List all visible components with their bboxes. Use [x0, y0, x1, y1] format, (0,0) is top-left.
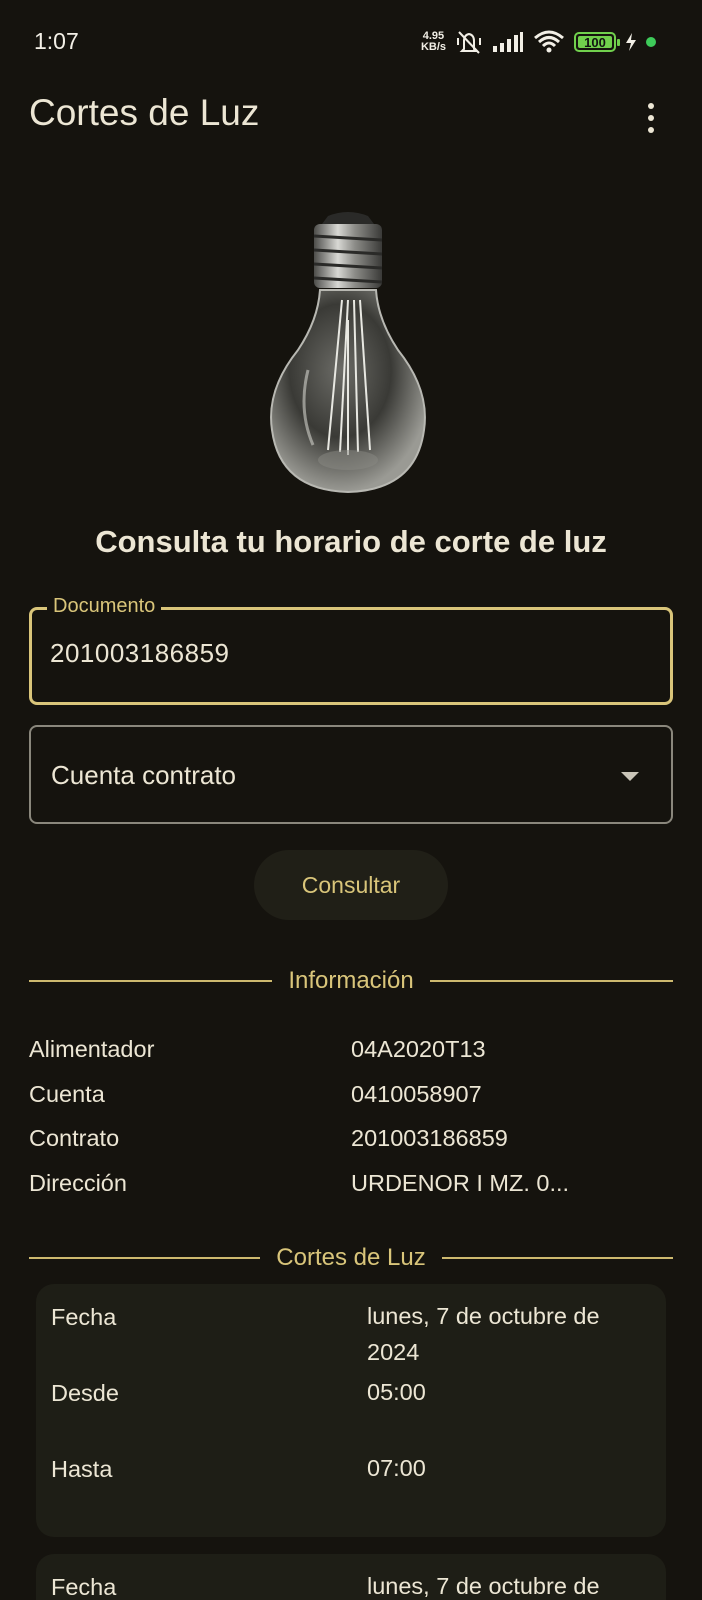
- account-contract-select[interactable]: Cuenta contrato: [29, 725, 673, 824]
- divider-line: [29, 1257, 261, 1259]
- menu-dot: [648, 103, 654, 109]
- app-title: Cortes de Luz: [29, 92, 260, 133]
- status-icons: 4.95 KB/s 100: [421, 29, 656, 55]
- menu-dot: [648, 115, 654, 121]
- cut-card-key: Fecha: [51, 1304, 117, 1330]
- cuts-section-divider: Cortes de Luz: [29, 1244, 674, 1272]
- battery-icon: 100: [574, 32, 620, 52]
- network-speed: 4.95 KB/s: [421, 31, 446, 53]
- cut-card-value: lunes, 7 de octubre de 2024: [367, 1303, 600, 1365]
- cuts-section-title: Cortes de Luz: [276, 1244, 426, 1271]
- cut-card-value: lunes, 7 de octubre de: [367, 1573, 600, 1599]
- info-label: Dirección: [29, 1169, 127, 1196]
- mute-vibrate-icon: [457, 31, 481, 54]
- charging-icon: [626, 33, 636, 51]
- status-time: 1:07: [34, 28, 79, 54]
- cut-card: Fecha lunes, 7 de octubre de 2024 Desde …: [36, 1284, 666, 1537]
- info-row-cuenta: Cuenta 0410058907: [29, 1081, 673, 1126]
- network-speed-unit: KB/s: [420, 41, 446, 53]
- more-vert-icon[interactable]: [636, 100, 666, 136]
- info-value: URDENOR I MZ. 0...: [351, 1169, 570, 1196]
- wifi-icon: [534, 30, 564, 53]
- info-row-alimentador: Alimentador 04A2020T13: [29, 1036, 673, 1081]
- cut-card-key: Hasta: [51, 1456, 113, 1482]
- account-contract-select-value: Cuenta contrato: [51, 760, 237, 790]
- info-section-title: Información: [288, 967, 414, 994]
- menu-dot: [648, 127, 654, 133]
- cut-card-key: Desde: [51, 1380, 119, 1406]
- cut-card-value: 05:00: [367, 1379, 426, 1405]
- document-input[interactable]: [50, 638, 610, 669]
- document-field-label: Documento: [47, 595, 162, 618]
- divider-line: [441, 1257, 674, 1259]
- info-list: Alimentador 04A2020T13 Cuenta 0410058907…: [29, 1036, 673, 1214]
- info-section-divider: Información: [29, 967, 674, 995]
- consultar-button[interactable]: Consultar: [254, 850, 448, 920]
- signal-icon: [493, 32, 523, 52]
- info-label: Cuenta: [29, 1080, 105, 1107]
- cut-card: Fecha lunes, 7 de octubre de: [36, 1554, 666, 1600]
- dropdown-arrow-icon: [621, 772, 639, 781]
- divider-line: [429, 980, 674, 982]
- document-field[interactable]: Documento: [29, 595, 673, 705]
- lightbulb-image: [270, 212, 426, 494]
- info-label: Alimentador: [29, 1036, 155, 1062]
- cut-card-value: 07:00: [367, 1455, 426, 1481]
- info-value: 201003186859: [351, 1125, 508, 1151]
- battery-level: 100: [584, 34, 606, 50]
- info-value: 04A2020T13: [351, 1036, 486, 1062]
- info-value: 0410058907: [351, 1080, 482, 1107]
- divider-line: [29, 980, 273, 982]
- status-bar: 1:07 4.95 KB/s 100: [0, 0, 702, 84]
- privacy-indicator-dot: [646, 37, 656, 47]
- info-row-contrato: Contrato 201003186859: [29, 1125, 673, 1170]
- info-label: Contrato: [29, 1125, 120, 1151]
- page-headline: Consulta tu horario de corte de luz: [95, 524, 607, 559]
- info-row-direccion: Dirección URDENOR I MZ. 0...: [29, 1170, 673, 1215]
- cut-card-key: Fecha: [51, 1574, 117, 1600]
